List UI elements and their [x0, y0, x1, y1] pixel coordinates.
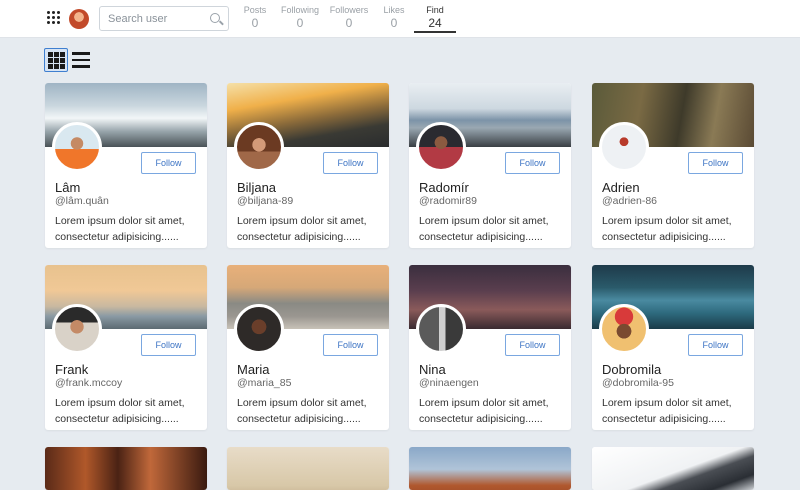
user-name[interactable]: Maria: [237, 362, 270, 377]
user-card[interactable]: [592, 447, 754, 490]
stat-find-value: 24: [428, 16, 442, 30]
profile-photo: [52, 122, 102, 172]
stat-likes-label: Likes: [383, 5, 405, 15]
user-name[interactable]: Lâm: [55, 180, 80, 195]
stat-likes-value: 0: [390, 16, 398, 30]
user-description: Lorem ipsum dolor sit amet, consectetur …: [237, 397, 367, 425]
user-card[interactable]: [227, 447, 389, 490]
user-handle: @maria_85: [237, 377, 292, 389]
user-name[interactable]: Nina: [419, 362, 446, 377]
follow-button[interactable]: Follow: [141, 152, 196, 174]
top-bar: Search user Posts 0 Following 0 Follower…: [0, 0, 800, 38]
stat-followers-value: 0: [345, 16, 353, 30]
user-description: Lorem ipsum dolor sit amet, consectetur …: [55, 215, 185, 243]
user-handle: @dobromila-95: [602, 377, 674, 389]
user-name[interactable]: Adrien: [602, 180, 640, 195]
profile-photo: [234, 122, 284, 172]
stat-likes[interactable]: Likes 0: [371, 5, 417, 30]
user-description: Lorem ipsum dolor sit amet, consectetur …: [602, 215, 732, 243]
cover-photo-arches: [45, 447, 207, 490]
user-card[interactable]: Follow Adrien @adrien-86 Lorem ipsum dol…: [592, 83, 754, 248]
user-description: Lorem ipsum dolor sit amet, consectetur …: [237, 215, 367, 243]
stat-posts[interactable]: Posts 0: [232, 5, 278, 30]
follow-button[interactable]: Follow: [141, 334, 196, 356]
user-handle: @biljana-89: [237, 195, 294, 207]
stat-following-label: Following: [280, 5, 320, 15]
search-input[interactable]: Search user: [99, 6, 229, 31]
user-handle: @ninaengen: [419, 377, 479, 389]
user-card[interactable]: Follow Biljana @biljana-89 Lorem ipsum d…: [227, 83, 389, 248]
cover-photo-desert: [227, 447, 389, 490]
stat-followers-label: Followers: [329, 5, 369, 15]
user-name[interactable]: Radomír: [419, 180, 469, 195]
user-description: Lorem ipsum dolor sit amet, consectetur …: [419, 215, 549, 243]
search-icon[interactable]: [210, 13, 220, 23]
grid-view-button[interactable]: [44, 48, 68, 72]
user-handle: @frank.mccoy: [55, 377, 123, 389]
user-card[interactable]: [409, 447, 571, 490]
search-placeholder: Search user: [108, 13, 168, 25]
cover-photo-snow-road: [592, 447, 754, 490]
user-name[interactable]: Frank: [55, 362, 88, 377]
follow-button[interactable]: Follow: [323, 334, 378, 356]
stat-followers[interactable]: Followers 0: [326, 5, 372, 30]
stat-following-value: 0: [296, 16, 304, 30]
user-handle: @adrien-86: [602, 195, 658, 207]
user-card[interactable]: Follow Dobromila @dobromila-95 Lorem ips…: [592, 265, 754, 430]
follow-button[interactable]: Follow: [688, 334, 743, 356]
follow-button[interactable]: Follow: [505, 334, 560, 356]
tab-find[interactable]: Find 24: [414, 5, 456, 33]
follow-button[interactable]: Follow: [323, 152, 378, 174]
profile-photo: [52, 304, 102, 354]
follow-button[interactable]: Follow: [505, 152, 560, 174]
user-card[interactable]: Follow Lâm @lâm.quân Lorem ipsum dolor s…: [45, 83, 207, 248]
user-description: Lorem ipsum dolor sit amet, consectetur …: [602, 397, 732, 425]
profile-photo: [599, 122, 649, 172]
list-view-button[interactable]: [72, 52, 90, 68]
stat-posts-value: 0: [251, 16, 259, 30]
user-handle: @radomir89: [419, 195, 477, 207]
user-name[interactable]: Dobromila: [602, 362, 661, 377]
profile-photo: [416, 122, 466, 172]
user-card[interactable]: Follow Frank @frank.mccoy Lorem ipsum do…: [45, 265, 207, 430]
user-card[interactable]: Follow Nina @ninaengen Lorem ipsum dolor…: [409, 265, 571, 430]
profile-photo: [599, 304, 649, 354]
user-handle: @lâm.quân: [55, 195, 109, 207]
user-card[interactable]: Follow Maria @maria_85 Lorem ipsum dolor…: [227, 265, 389, 430]
user-description: Lorem ipsum dolor sit amet, consectetur …: [55, 397, 185, 425]
stat-find-label: Find: [426, 5, 444, 15]
stat-posts-label: Posts: [243, 5, 267, 15]
follow-button[interactable]: Follow: [688, 152, 743, 174]
user-description: Lorem ipsum dolor sit amet, consectetur …: [419, 397, 549, 425]
stat-following[interactable]: Following 0: [277, 5, 323, 30]
user-name[interactable]: Biljana: [237, 180, 276, 195]
profile-photo: [234, 304, 284, 354]
apps-grid-icon[interactable]: [47, 11, 61, 25]
user-card[interactable]: Follow Radomír @radomir89 Lorem ipsum do…: [409, 83, 571, 248]
user-avatar[interactable]: [69, 9, 89, 29]
profile-photo: [416, 304, 466, 354]
user-card[interactable]: [45, 447, 207, 490]
cover-photo-red-rocks: [409, 447, 571, 490]
